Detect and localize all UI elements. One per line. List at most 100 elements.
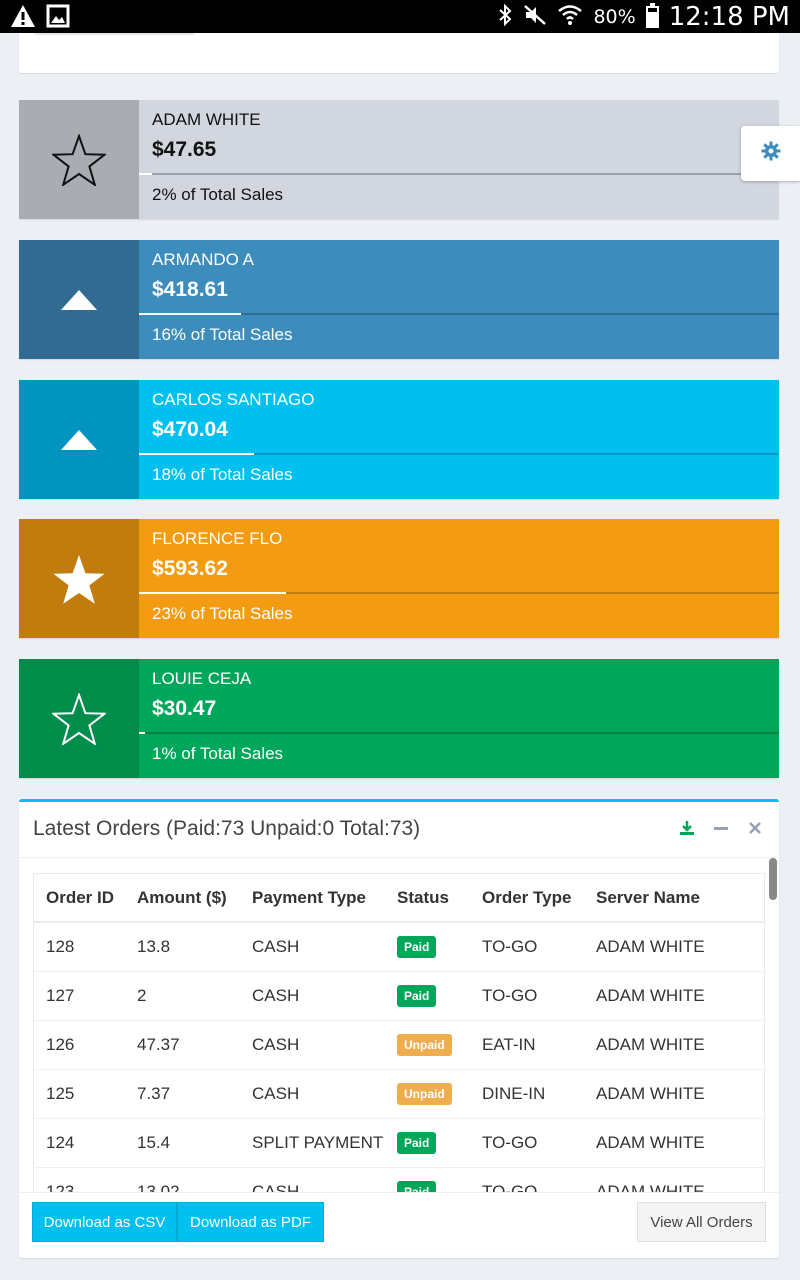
column-header-server-name: Server Name xyxy=(584,874,764,923)
server-box-florence-flo: FLORENCE FLO $593.62 23% of Total Sales xyxy=(19,519,779,638)
order-type: TO-GO xyxy=(470,970,584,1020)
sales-share: 23% of Total Sales xyxy=(152,604,293,623)
server-name: ADAM WHITE xyxy=(584,1117,764,1167)
order-id: 127 xyxy=(34,970,125,1020)
status-cell: Paid xyxy=(385,1166,470,1192)
server-box-armando-a: ARMANDO A $418.61 16% of Total Sales xyxy=(19,240,779,359)
top-panel xyxy=(19,33,779,73)
status-cell: Paid xyxy=(385,1117,470,1167)
payment-type: CASH xyxy=(240,921,385,971)
table-row[interactable]: 128 13.8 CASH Paid TO-GO ADAM WHITE xyxy=(34,921,764,971)
status-badge: Paid xyxy=(397,1131,437,1154)
status-badge: Paid xyxy=(397,935,437,958)
panel-header: Latest Orders (Paid:73 Unpaid:0 Total:73… xyxy=(19,802,779,858)
download-pdf-button[interactable]: Download as PDF xyxy=(177,1202,324,1242)
order-id: 124 xyxy=(34,1117,125,1167)
sales-share: 2% of Total Sales xyxy=(152,185,284,204)
column-header-order-id: Order ID xyxy=(34,874,125,923)
table-row[interactable]: 123 13.02 CASH Paid TO-GO ADAM WHITE xyxy=(34,1166,764,1192)
order-id: 125 xyxy=(34,1068,125,1118)
server-name: ADAM WHITE xyxy=(584,1166,764,1192)
order-type: TO-GO xyxy=(470,1117,584,1167)
orders-table: Order ID Amount ($) Payment Type Status … xyxy=(34,874,764,1192)
server-box-louie-ceja: LOUIE CEJA $30.47 1% of Total Sales xyxy=(19,659,779,778)
payment-type: CASH xyxy=(240,1019,385,1069)
image-icon xyxy=(46,4,70,33)
star-outline-icon xyxy=(19,659,139,778)
triangle-up-icon xyxy=(19,380,139,499)
progress-fill xyxy=(139,592,287,594)
status-cell: Unpaid xyxy=(385,1068,470,1118)
order-id: 126 xyxy=(34,1019,125,1069)
settings-button[interactable] xyxy=(741,126,800,181)
progress-fill xyxy=(139,313,242,315)
payment-type: SPLIT PAYMENT xyxy=(240,1117,385,1167)
order-type: TO-GO xyxy=(470,921,584,971)
server-box-content: LOUIE CEJA $30.47 1% of Total Sales xyxy=(139,659,779,778)
download-csv-button[interactable]: Download as CSV xyxy=(32,1202,177,1242)
order-amount: 15.4 xyxy=(125,1117,240,1167)
status-badge: Paid xyxy=(397,984,437,1007)
gear-icon xyxy=(761,141,781,166)
order-type: TO-GO xyxy=(470,1166,584,1192)
sales-share: 18% of Total Sales xyxy=(152,465,293,484)
server-name: ADAM WHITE xyxy=(584,1019,764,1069)
close-icon[interactable] xyxy=(747,820,763,836)
progress-bar xyxy=(139,592,779,594)
download-icon[interactable] xyxy=(679,820,695,836)
order-amount: 2 xyxy=(125,970,240,1020)
order-type: DINE-IN xyxy=(470,1068,584,1118)
payment-type: CASH xyxy=(240,1068,385,1118)
server-name: FLORENCE FLO xyxy=(152,529,283,548)
status-bar: 80% 12:18 PM xyxy=(0,0,800,33)
payment-type: CASH xyxy=(240,970,385,1020)
server-amount: $470.04 xyxy=(152,418,228,441)
progress-bar xyxy=(139,313,779,315)
wifi-icon xyxy=(557,3,583,32)
progress-fill xyxy=(139,173,152,175)
status-cell: Paid xyxy=(385,921,470,971)
order-type: EAT-IN xyxy=(470,1019,584,1069)
bluetooth-icon xyxy=(497,3,513,32)
order-id: 128 xyxy=(34,921,125,971)
server-amount: $47.65 xyxy=(152,138,217,161)
table-header-row: Order ID Amount ($) Payment Type Status … xyxy=(34,874,764,923)
mute-icon xyxy=(523,3,547,32)
server-name: ADAM WHITE xyxy=(584,1068,764,1118)
server-box-content: ADAM WHITE $47.65 2% of Total Sales xyxy=(139,100,779,219)
panel-tools xyxy=(679,820,763,836)
table-row[interactable]: 124 15.4 SPLIT PAYMENT Paid TO-GO ADAM W… xyxy=(34,1117,764,1167)
server-name: CARLOS SANTIAGO xyxy=(152,390,315,409)
orders-table-wrapper[interactable]: Order ID Amount ($) Payment Type Status … xyxy=(33,873,765,1193)
column-header-payment-type: Payment Type xyxy=(240,874,385,923)
order-amount: 7.37 xyxy=(125,1068,240,1118)
server-name: ARMANDO A xyxy=(152,250,255,269)
progress-bar xyxy=(139,732,779,734)
view-all-orders-button[interactable]: View All Orders xyxy=(637,1202,766,1242)
server-box-content: FLORENCE FLO $593.62 23% of Total Sales xyxy=(139,519,779,638)
table-row[interactable]: 126 47.37 CASH Unpaid EAT-IN ADAM WHITE xyxy=(34,1019,764,1069)
star-outline-icon xyxy=(19,100,139,219)
progress-fill xyxy=(139,453,255,455)
table-scrollbar[interactable] xyxy=(769,858,777,900)
order-amount: 47.37 xyxy=(125,1019,240,1069)
table-row[interactable]: 127 2 CASH Paid TO-GO ADAM WHITE xyxy=(34,970,764,1020)
status-cell: Paid xyxy=(385,970,470,1020)
star-filled-icon xyxy=(19,519,139,638)
sales-share: 16% of Total Sales xyxy=(152,325,293,344)
server-box-content: ARMANDO A $418.61 16% of Total Sales xyxy=(139,240,779,359)
status-cell: Unpaid xyxy=(385,1019,470,1069)
server-box-content: CARLOS SANTIAGO $470.04 18% of Total Sal… xyxy=(139,380,779,499)
column-header-amount: Amount ($) xyxy=(125,874,240,923)
minimize-icon[interactable] xyxy=(713,820,729,836)
order-id: 123 xyxy=(34,1166,125,1192)
server-name: LOUIE CEJA xyxy=(152,669,252,688)
table-row[interactable]: 125 7.37 CASH Unpaid DINE-IN ADAM WHITE xyxy=(34,1068,764,1118)
server-name: ADAM WHITE xyxy=(584,921,764,971)
order-amount: 13.02 xyxy=(125,1166,240,1192)
payment-type: CASH xyxy=(240,1166,385,1192)
triangle-up-icon xyxy=(19,240,139,359)
server-amount: $30.47 xyxy=(152,697,217,720)
server-box-carlos-santiago: CARLOS SANTIAGO $470.04 18% of Total Sal… xyxy=(19,380,779,499)
panel-footer: Download as CSV Download as PDF View All… xyxy=(19,1192,779,1258)
